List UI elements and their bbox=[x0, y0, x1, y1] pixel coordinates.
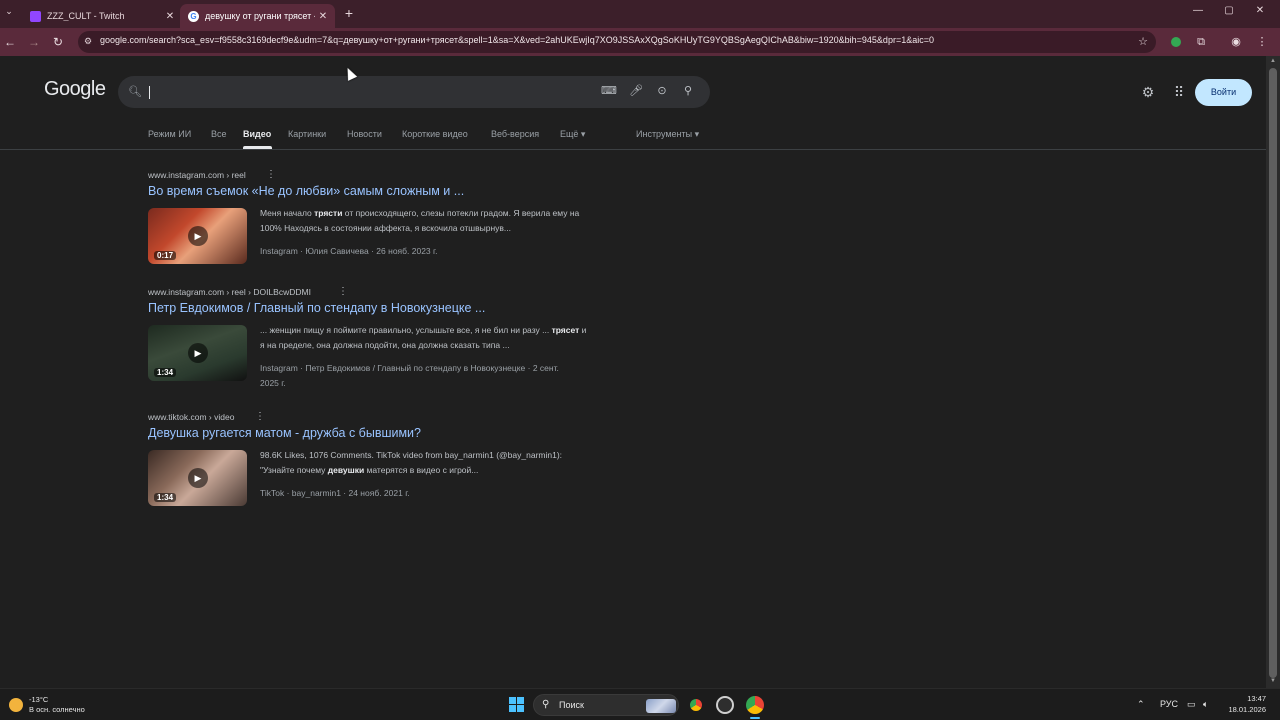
result-meta: Instagram · Петр Евдокимов / Главный по … bbox=[260, 363, 559, 388]
result-title-link[interactable]: Петр Евдокимов / Главный по стендапу в Н… bbox=[148, 301, 485, 315]
close-tab-icon[interactable]: ✕ bbox=[315, 11, 331, 22]
tab-title: девушку от ругани трясет - Пои bbox=[205, 11, 315, 21]
scroll-up-icon[interactable]: ▲ bbox=[1269, 58, 1277, 66]
scroll-down-icon[interactable]: ▼ bbox=[1269, 678, 1277, 686]
tools-button[interactable]: Инструменты ▾ bbox=[636, 129, 699, 140]
forward-icon[interactable]: → bbox=[26, 34, 42, 50]
tab-all[interactable]: Все bbox=[211, 129, 227, 139]
new-tab-button[interactable]: + bbox=[342, 5, 356, 21]
video-thumbnail[interactable]: ▶ 0:17 bbox=[148, 208, 247, 264]
show-hidden-icons-icon[interactable]: ⌃ bbox=[1137, 699, 1145, 710]
result-title-link[interactable]: Девушка ругается матом - дружба с бывшим… bbox=[148, 426, 421, 440]
active-tab-indicator bbox=[243, 146, 272, 149]
active-app-indicator bbox=[750, 717, 760, 719]
extensions-puzzle-icon[interactable]: ⧉ bbox=[1193, 34, 1209, 50]
video-duration: 1:34 bbox=[154, 368, 177, 377]
address-bar[interactable]: ⚙ google.com/search?sca_esv=f9558c3169de… bbox=[78, 31, 1156, 53]
obs-app-icon[interactable] bbox=[716, 696, 734, 714]
scrollbar-thumb[interactable] bbox=[1269, 68, 1277, 678]
maximize-icon[interactable]: ▢ bbox=[1219, 5, 1239, 21]
result-snippet: ... женщин пищу я поймите правильно, усл… bbox=[260, 325, 587, 350]
taskbar-search[interactable]: ⚲ Поиск bbox=[533, 694, 679, 716]
video-duration: 1:34 bbox=[154, 493, 177, 502]
taskbar-search-label: Поиск bbox=[559, 700, 584, 710]
video-thumbnail[interactable]: ▶ 1:34 bbox=[148, 325, 247, 381]
weather-sun-icon[interactable] bbox=[9, 698, 23, 712]
search-box[interactable]: 🔍︎ ⌨ 🎤︎ ⊙ ⚲ bbox=[118, 76, 710, 108]
clock-time[interactable]: 13:47 bbox=[1222, 694, 1266, 703]
tab-ai-mode[interactable]: Режим ИИ bbox=[148, 129, 191, 139]
result-snippet: Меня начало трясти от происходящего, сле… bbox=[260, 208, 580, 233]
page-scrollbar[interactable]: ▲ ▼ bbox=[1266, 56, 1280, 688]
twitch-favicon-icon bbox=[30, 10, 41, 22]
tab-news[interactable]: Новости bbox=[347, 129, 382, 139]
chrome-app-icon[interactable] bbox=[687, 696, 705, 714]
search-input[interactable] bbox=[152, 83, 602, 101]
menu-kebab-icon[interactable]: ⋮ bbox=[1254, 34, 1270, 50]
chrome-active-app-icon[interactable] bbox=[746, 696, 764, 714]
extension-badge-icon[interactable] bbox=[1168, 34, 1184, 50]
start-windows-icon[interactable] bbox=[509, 697, 525, 713]
result-meta: TikTok · bay_narmin1 · 24 нояб. 2021 г. bbox=[260, 488, 410, 498]
clock-date[interactable]: 18.01.2026 bbox=[1222, 705, 1266, 714]
result-meta: Instagram · Юлия Савичева · 26 нояб. 202… bbox=[260, 246, 438, 256]
signin-button[interactable]: Войти bbox=[1195, 79, 1252, 106]
url-text[interactable]: google.com/search?sca_esv=f9558c3169decf… bbox=[100, 35, 934, 45]
close-window-icon[interactable]: ✕ bbox=[1250, 5, 1270, 21]
minimize-icon[interactable]: — bbox=[1188, 5, 1208, 21]
search-type-tabs: Режим ИИ Все Видео Картинки Новости Коро… bbox=[0, 124, 1266, 150]
more-options-icon[interactable]: ⋮ bbox=[338, 286, 348, 297]
tab-short-videos[interactable]: Короткие видео bbox=[402, 129, 468, 139]
play-icon: ▶ bbox=[188, 226, 208, 246]
weather-temperature[interactable]: -13°C bbox=[29, 695, 48, 704]
tab-more[interactable]: Ещё ▾ bbox=[560, 129, 585, 140]
keyboard-icon[interactable]: ⌨ bbox=[601, 84, 617, 100]
weather-description[interactable]: В осн. солнечно bbox=[29, 705, 85, 714]
bookmark-star-icon[interactable]: ☆ bbox=[1135, 34, 1151, 50]
tab-search-icon[interactable]: ⌄ bbox=[2, 6, 16, 20]
search-submit-icon[interactable]: ⚲ bbox=[680, 84, 696, 100]
search-highlight-image bbox=[646, 699, 676, 713]
google-favicon-icon: G bbox=[188, 10, 199, 22]
windows-taskbar: -13°C В осн. солнечно ⚲ Поиск ⌃ РУС ▭ 🔈︎… bbox=[0, 688, 1280, 720]
tab-google-search[interactable]: G девушку от ругани трясет - Пои ✕ bbox=[180, 4, 335, 28]
apps-grid-icon[interactable]: ⠿ bbox=[1170, 84, 1188, 102]
play-icon: ▶ bbox=[188, 343, 208, 363]
microphone-icon[interactable]: 🎤︎ bbox=[628, 84, 644, 100]
play-icon: ▶ bbox=[188, 468, 208, 488]
result-cite[interactable]: www.tiktok.com › video bbox=[148, 412, 234, 422]
tab-title: ZZZ_CULT - Twitch bbox=[47, 11, 125, 21]
google-logo[interactable]: Google bbox=[44, 78, 106, 101]
search-icon: ⚲ bbox=[542, 699, 550, 710]
reload-icon[interactable]: ↻ bbox=[50, 34, 66, 50]
lens-camera-icon[interactable]: ⊙ bbox=[654, 84, 670, 100]
close-tab-icon[interactable]: ✕ bbox=[162, 11, 178, 22]
browser-toolbar: ← → ↻ ⚙ google.com/search?sca_esv=f9558c… bbox=[0, 28, 1280, 56]
profile-icon[interactable]: ◉ bbox=[1228, 34, 1244, 50]
result-cite[interactable]: www.instagram.com › reel bbox=[148, 170, 246, 180]
back-icon[interactable]: ← bbox=[2, 34, 18, 50]
browser-tab-bar: ⌄ ZZZ_CULT - Twitch ✕ G девушку от руган… bbox=[0, 0, 1280, 28]
tab-web[interactable]: Веб-версия bbox=[491, 129, 539, 139]
google-results-page: Google 🔍︎ ⌨ 🎤︎ ⊙ ⚲ ⚙ ⠿ Войти Режим ИИ Вс… bbox=[0, 56, 1266, 688]
search-icon: 🔍︎ bbox=[128, 86, 142, 98]
more-options-icon[interactable]: ⋮ bbox=[266, 169, 276, 180]
more-options-icon[interactable]: ⋮ bbox=[255, 411, 265, 422]
network-icon[interactable]: ▭ bbox=[1187, 699, 1196, 710]
settings-gear-icon[interactable]: ⚙ bbox=[1139, 84, 1157, 102]
text-caret bbox=[149, 86, 150, 99]
tab-images[interactable]: Картинки bbox=[288, 129, 326, 139]
language-indicator[interactable]: РУС bbox=[1160, 699, 1178, 709]
result-cite[interactable]: www.instagram.com › reel › DOILBcwDDMI bbox=[148, 287, 311, 297]
site-info-icon[interactable]: ⚙ bbox=[84, 36, 96, 48]
tab-videos[interactable]: Видео bbox=[243, 129, 271, 139]
result-title-link[interactable]: Во время съемок «Не до любви» самым слож… bbox=[148, 184, 464, 198]
video-thumbnail[interactable]: ▶ 1:34 bbox=[148, 450, 247, 506]
result-snippet: 98.6K Likes, 1076 Comments. TikTok video… bbox=[260, 450, 563, 475]
tab-twitch[interactable]: ZZZ_CULT - Twitch ✕ bbox=[22, 4, 182, 28]
volume-icon[interactable]: 🔈︎ bbox=[1203, 699, 1208, 710]
video-duration: 0:17 bbox=[154, 251, 177, 260]
